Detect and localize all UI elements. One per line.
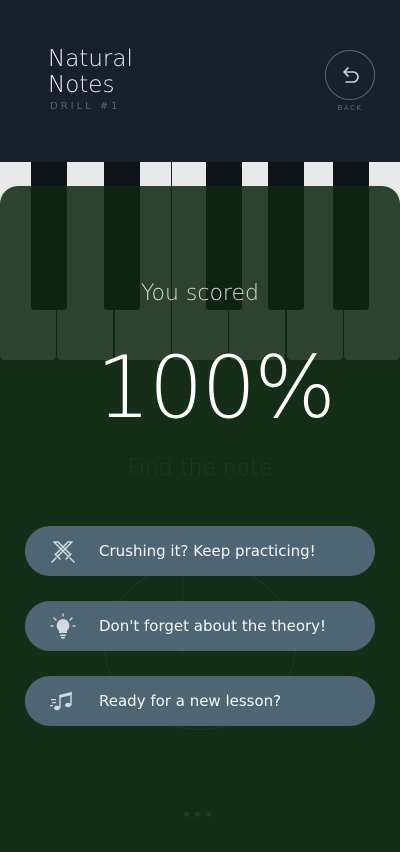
score-label: You scored xyxy=(141,281,259,306)
score-value: 100% xyxy=(96,338,336,438)
drill-subtitle: DRILL #1 xyxy=(50,101,121,112)
page-title: Natural Notes xyxy=(48,46,248,98)
keep-practicing-label: Crushing it? Keep practicing! xyxy=(99,542,316,560)
ghost-page-dots xyxy=(184,812,211,817)
app-header: Natural Notes DRILL #1 BACK xyxy=(0,0,400,162)
new-lesson-button[interactable]: Ready for a new lesson? xyxy=(25,676,375,726)
title-line-2: Notes xyxy=(48,72,115,98)
theory-label: Don't forget about the theory! xyxy=(99,617,327,635)
back-arrow-icon xyxy=(343,67,359,83)
title-line-1: Natural xyxy=(48,46,133,72)
back-label: BACK xyxy=(337,104,363,112)
back-button[interactable] xyxy=(325,50,375,100)
theory-button[interactable]: Don't forget about the theory! xyxy=(25,601,375,651)
lightbulb-icon xyxy=(50,613,76,639)
keep-practicing-button[interactable]: Crushing it? Keep practicing! xyxy=(25,526,375,576)
crossed-swords-icon xyxy=(51,541,75,563)
new-lesson-label: Ready for a new lesson? xyxy=(99,692,282,710)
music-notes-icon xyxy=(50,692,72,711)
ghost-drill-prompt: Find the note xyxy=(127,456,273,481)
